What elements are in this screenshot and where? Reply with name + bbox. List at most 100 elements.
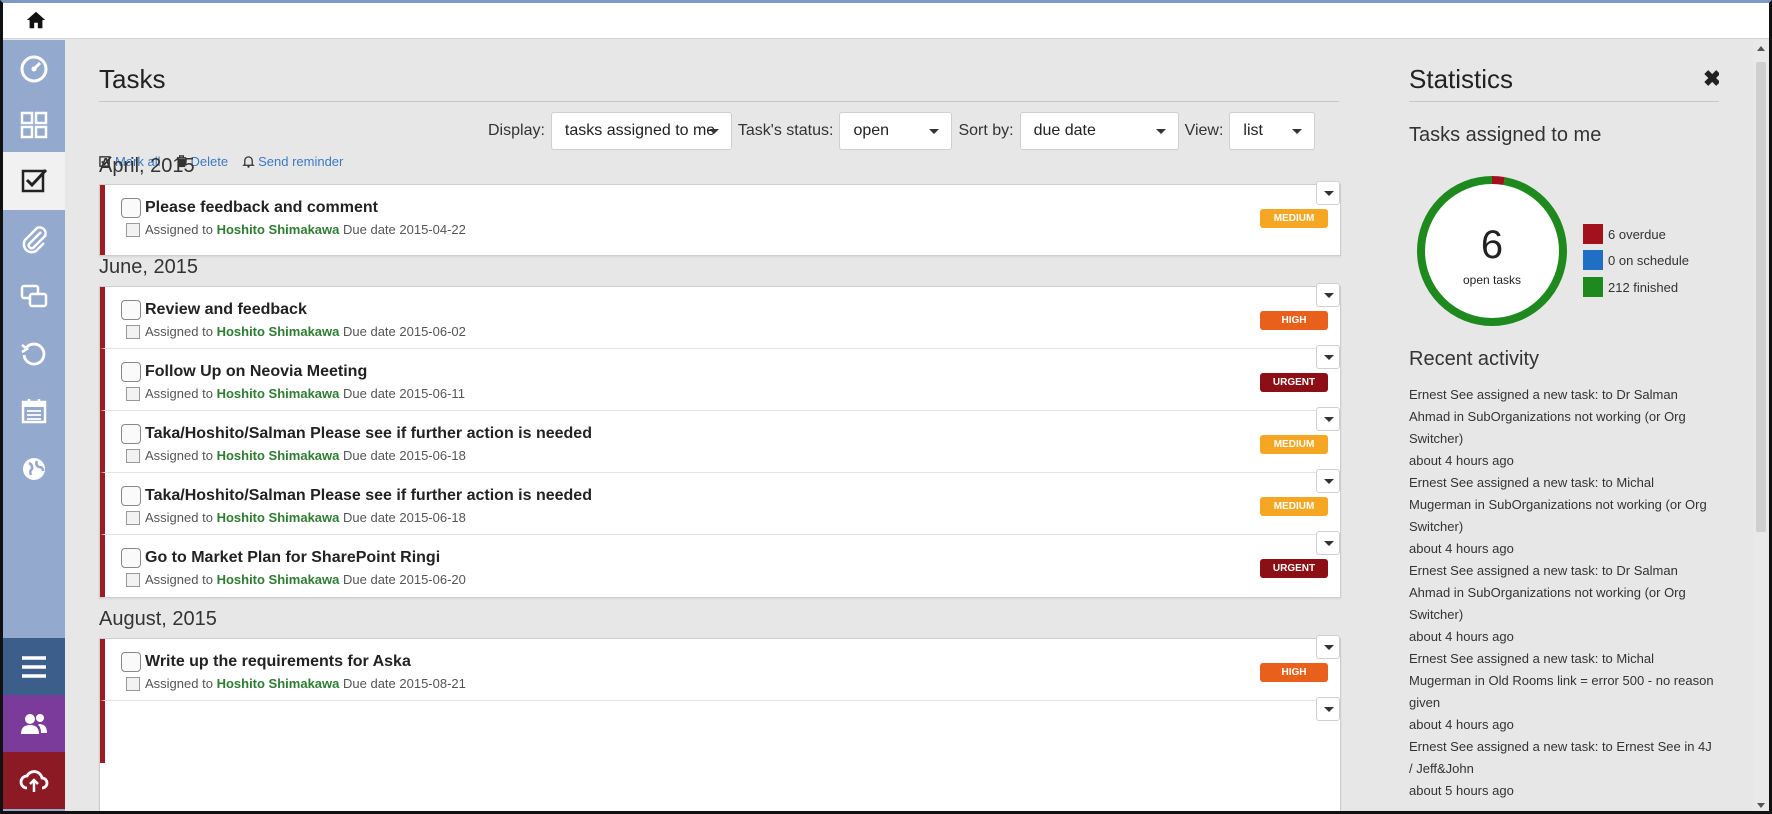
top-bar	[3, 3, 1769, 39]
send-reminder-label: Send reminder	[258, 154, 344, 169]
assignee-link[interactable]: Hoshito Shimakawa	[217, 324, 340, 339]
task-checkbox[interactable]	[121, 424, 141, 444]
assignee-link[interactable]: Hoshito Shimakawa	[217, 386, 340, 401]
task-checkbox[interactable]	[121, 486, 141, 506]
due-date: 2015-08-21	[399, 676, 466, 691]
task-row[interactable]: Taka/Hoshito/Salman Please see if furthe…	[100, 469, 1340, 535]
task-row[interactable]: Write up the requirements for Aska Assig…	[100, 635, 1340, 701]
send-reminder-button[interactable]: Send reminder	[242, 154, 343, 169]
task-small-checkbox[interactable]	[126, 677, 140, 691]
activity-text[interactable]: Ernest See assigned a new task: to Dr Sa…	[1409, 384, 1715, 450]
task-small-checkbox[interactable]	[126, 573, 140, 587]
due-date: 2015-06-02	[399, 324, 466, 339]
legend-swatch	[1583, 250, 1603, 270]
activity-item: Ernest See assigned a new task: to Micha…	[1409, 472, 1715, 560]
task-meta: Assigned to Hoshito Shimakawa Due date 2…	[145, 448, 466, 463]
task-menu-dropdown[interactable]	[1316, 635, 1340, 659]
nav-users[interactable]	[3, 695, 65, 752]
nav-apps[interactable]	[3, 96, 65, 154]
apps-grid-icon	[20, 111, 48, 139]
month-heading: June, 2015	[99, 256, 198, 278]
task-title[interactable]: Taka/Hoshito/Salman Please see if furthe…	[145, 425, 592, 443]
nav-menu[interactable]	[3, 638, 65, 695]
open-label: open tasks	[1463, 273, 1521, 287]
task-title[interactable]: Write up the requirements for Aska	[145, 653, 411, 671]
sort-label: Sort by:	[958, 122, 1014, 139]
task-small-checkbox[interactable]	[126, 325, 140, 339]
display-label: Display:	[488, 122, 545, 139]
assignee-link[interactable]: Hoshito Shimakawa	[217, 222, 340, 237]
nav-dashboard[interactable]	[3, 40, 65, 98]
task-small-checkbox[interactable]	[126, 511, 140, 525]
task-checkbox[interactable]	[121, 548, 141, 568]
app-window: Tasks Display: tasks assigned to me Task…	[0, 0, 1772, 814]
task-title[interactable]: Follow Up on Neovia Meeting	[145, 363, 367, 381]
task-checkbox[interactable]	[121, 362, 141, 382]
task-menu-dropdown[interactable]	[1316, 345, 1340, 369]
close-icon[interactable]: ✖	[1703, 66, 1719, 92]
due-date: 2015-04-22	[399, 222, 466, 237]
task-small-checkbox[interactable]	[126, 387, 140, 401]
nav-calendar[interactable]	[3, 382, 65, 440]
priority-badge: MEDIUM	[1260, 209, 1328, 228]
task-meta: Assigned to Hoshito Shimakawa Due date 2…	[145, 386, 465, 401]
status-select[interactable]: open	[839, 112, 953, 150]
tasks-icon	[21, 168, 48, 193]
activity-text[interactable]: Ernest See assigned a new task: to Micha…	[1409, 472, 1715, 538]
display-select[interactable]: tasks assigned to me	[550, 112, 732, 150]
activity-item: Ernest See assigned a new task: to Dr Sa…	[1409, 560, 1715, 648]
task-row[interactable]: Go to Market Plan for SharePoint Ringi A…	[100, 531, 1340, 597]
legend-label: 6 overdue	[1608, 226, 1666, 242]
task-small-checkbox[interactable]	[126, 449, 140, 463]
task-small-checkbox[interactable]	[126, 223, 140, 237]
assigned-prefix: Assigned to	[145, 448, 213, 463]
home-icon[interactable]	[25, 9, 47, 31]
nav-tasks[interactable]	[3, 152, 65, 210]
task-checkbox[interactable]	[121, 300, 141, 320]
task-meta: Assigned to Hoshito Shimakawa Due date 2…	[145, 222, 466, 237]
assignee-link[interactable]: Hoshito Shimakawa	[217, 572, 340, 587]
delete-label: Delete	[190, 154, 229, 169]
scroll-down-arrow[interactable]	[1757, 803, 1765, 808]
scroll-thumb[interactable]	[1756, 62, 1766, 532]
task-checkbox[interactable]	[121, 652, 141, 672]
nav-globe[interactable]	[3, 440, 65, 498]
task-menu-dropdown[interactable]	[1316, 181, 1340, 205]
due-prefix: Due date	[343, 572, 396, 587]
task-title[interactable]: Please feedback and comment	[145, 199, 378, 217]
nav-attachments[interactable]	[3, 210, 65, 268]
bell-icon	[242, 156, 255, 168]
assignee-link[interactable]: Hoshito Shimakawa	[217, 448, 340, 463]
task-row-partial[interactable]	[100, 697, 1340, 763]
task-menu-dropdown[interactable]	[1316, 407, 1340, 431]
task-title[interactable]: Go to Market Plan for SharePoint Ringi	[145, 549, 440, 567]
scroll-up-arrow[interactable]	[1757, 46, 1765, 51]
page-scrollbar[interactable]	[1753, 40, 1769, 811]
activity-text[interactable]: Ernest See assigned a new task: to Dr Sa…	[1409, 560, 1715, 626]
task-meta: Assigned to Hoshito Shimakawa Due date 2…	[145, 676, 466, 691]
task-row[interactable]: Taka/Hoshito/Salman Please see if furthe…	[100, 407, 1340, 473]
task-title[interactable]: Review and feedback	[145, 301, 307, 319]
due-prefix: Due date	[343, 222, 396, 237]
task-menu-dropdown[interactable]	[1316, 531, 1340, 555]
task-menu-dropdown[interactable]	[1316, 469, 1340, 493]
view-select[interactable]: list	[1229, 112, 1316, 150]
task-title[interactable]: Taka/Hoshito/Salman Please see if furthe…	[145, 487, 592, 505]
task-row[interactable]: Review and feedback Assigned to Hoshito …	[100, 283, 1340, 349]
task-menu-dropdown[interactable]	[1316, 283, 1340, 307]
assignee-link[interactable]: Hoshito Shimakawa	[217, 676, 340, 691]
nav-conversations[interactable]	[3, 268, 65, 326]
activity-text[interactable]: Ernest See assigned a new task: to Micha…	[1409, 648, 1715, 714]
status-value: open	[853, 122, 890, 139]
nav-cloud[interactable]	[3, 752, 65, 809]
task-row[interactable]: Please feedback and comment Assigned to …	[100, 181, 1340, 255]
task-group-august: Write up the requirements for Aska Assig…	[99, 635, 1341, 811]
assignee-link[interactable]: Hoshito Shimakawa	[217, 510, 340, 525]
activity-text[interactable]: Ernest See assigned a new task: to Ernes…	[1409, 736, 1715, 780]
activity-time: about 4 hours ago	[1409, 717, 1514, 732]
sort-select[interactable]: due date	[1019, 112, 1179, 150]
task-checkbox[interactable]	[121, 198, 141, 218]
task-menu-dropdown[interactable]	[1316, 697, 1340, 721]
task-row[interactable]: Follow Up on Neovia Meeting Assigned to …	[100, 345, 1340, 411]
nav-history[interactable]	[3, 326, 65, 384]
